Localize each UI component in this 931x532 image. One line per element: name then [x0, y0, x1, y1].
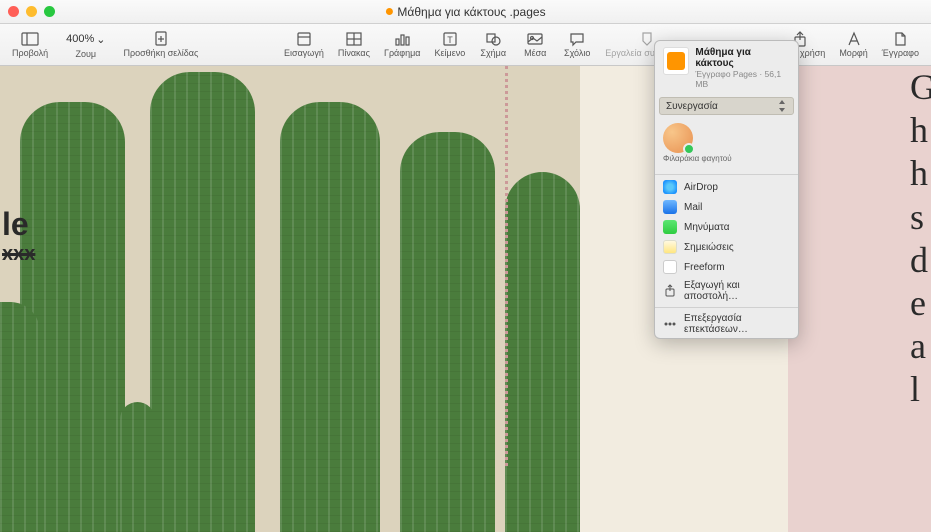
messages-label: Μηνύματα	[684, 222, 730, 233]
text-icon: T	[441, 31, 459, 47]
window-title: Μάθημα για κάκτους .pages	[385, 5, 545, 19]
export-icon	[663, 284, 677, 298]
share-people: Φιλαράκια φαγητού	[655, 117, 798, 172]
maximize-button[interactable]	[44, 6, 55, 17]
view-icon	[21, 31, 39, 47]
messages-badge-icon	[683, 143, 695, 155]
cactus-illustration	[0, 66, 580, 532]
mail-label: Mail	[684, 202, 702, 213]
text-label: Κείμενο	[435, 48, 466, 58]
share-header: Μάθημα για κάκτους Έγγραφο Pages · 56,1 …	[655, 41, 798, 95]
media-label: Μέσα	[524, 48, 546, 58]
chart-label: Γράφημα	[384, 48, 421, 58]
messages-icon	[663, 220, 677, 234]
export-label: Εξαγωγή και αποστολή…	[684, 280, 790, 302]
guide-line	[505, 66, 508, 466]
updown-arrows-icon	[777, 100, 787, 112]
extensions-icon	[663, 317, 677, 331]
add-page-icon	[152, 31, 170, 47]
shape-button[interactable]: Σχήμα	[473, 29, 513, 60]
view-button[interactable]: Προβολή	[6, 29, 54, 61]
shape-label: Σχήμα	[480, 48, 506, 58]
share-export[interactable]: Εξαγωγή και αποστολή…	[655, 277, 798, 305]
share-notes[interactable]: Σημειώσεις	[655, 237, 798, 257]
table-button[interactable]: Πίνακας	[332, 29, 376, 60]
share-airdrop[interactable]: AirDrop	[655, 177, 798, 197]
airdrop-icon	[663, 180, 677, 194]
media-icon	[526, 31, 544, 47]
document-thumbnail-icon	[663, 47, 689, 75]
contact-name: Φιλαράκια φαγητού	[663, 155, 732, 164]
format-label: Μορφή	[839, 48, 867, 58]
window-title-text: Μάθημα για κάκτους .pages	[397, 5, 545, 19]
handwritten-annotation: le xxx	[2, 206, 35, 266]
document-label: Έγγραφο	[882, 48, 919, 58]
media-button[interactable]: Μέσα	[515, 29, 555, 60]
insert-icon	[295, 31, 313, 47]
collab-label: Συνεργασία	[666, 101, 718, 112]
right-page-text: Ghhsdeal	[910, 66, 931, 412]
format-icon	[845, 31, 863, 47]
view-label: Προβολή	[12, 48, 48, 58]
share-edit-extensions[interactable]: Επεξεργασία επεκτάσεων…	[655, 310, 798, 338]
scribble-strike-text: xxx	[2, 243, 35, 266]
freeform-label: Freeform	[684, 262, 725, 273]
share-mail[interactable]: Mail	[655, 197, 798, 217]
svg-text:T: T	[447, 35, 453, 45]
share-messages[interactable]: Μηνύματα	[655, 217, 798, 237]
extensions-label: Επεξεργασία επεκτάσεων…	[684, 313, 790, 335]
comment-label: Σχόλιο	[564, 48, 590, 58]
shape-icon	[484, 31, 502, 47]
text-button[interactable]: T Κείμενο	[429, 29, 472, 60]
separator	[655, 174, 798, 175]
notes-icon	[663, 240, 677, 254]
comment-button[interactable]: Σχόλιο	[557, 29, 597, 60]
zoom-control[interactable]: 400% ⌄ Ζουμ	[56, 29, 115, 61]
separator	[655, 307, 798, 308]
format-button[interactable]: Μορφή	[833, 29, 873, 60]
zoom-value: 400%	[66, 33, 94, 45]
add-page-button[interactable]: Προσθήκη σελίδας	[118, 29, 205, 61]
share-doc-title: Μάθημα για κάκτους	[695, 47, 790, 69]
share-doc-meta: Έγγραφο Pages · 56,1 MB	[695, 69, 790, 89]
titlebar: Μάθημα για κάκτους .pages	[0, 0, 931, 24]
table-icon	[345, 31, 363, 47]
minimize-button[interactable]	[26, 6, 37, 17]
add-page-label: Προσθήκη σελίδας	[124, 48, 199, 58]
insert-button[interactable]: Εισαγωγή	[278, 29, 330, 60]
mail-icon	[663, 200, 677, 214]
insert-label: Εισαγωγή	[284, 48, 324, 58]
freeform-icon	[663, 260, 677, 274]
close-button[interactable]	[8, 6, 19, 17]
notes-label: Σημειώσεις	[684, 242, 734, 253]
share-freeform[interactable]: Freeform	[655, 257, 798, 277]
chart-icon	[393, 31, 411, 47]
collaboration-dropdown[interactable]: Συνεργασία	[659, 97, 794, 115]
edited-indicator-icon	[385, 8, 392, 15]
chart-button[interactable]: Γράφημα	[378, 29, 427, 60]
chevron-down-icon: ⌄	[96, 33, 105, 46]
comment-icon	[568, 31, 586, 47]
document-button[interactable]: Έγγραφο	[876, 29, 925, 60]
zoom-label: Ζουμ	[76, 49, 97, 59]
document-icon	[891, 31, 909, 47]
traffic-lights	[8, 6, 55, 17]
share-popover: Μάθημα για κάκτους Έγγραφο Pages · 56,1 …	[654, 40, 799, 339]
airdrop-label: AirDrop	[684, 182, 718, 193]
table-label: Πίνακας	[338, 48, 370, 58]
contact-avatar[interactable]	[663, 123, 693, 153]
scribble-text: le	[2, 206, 35, 243]
